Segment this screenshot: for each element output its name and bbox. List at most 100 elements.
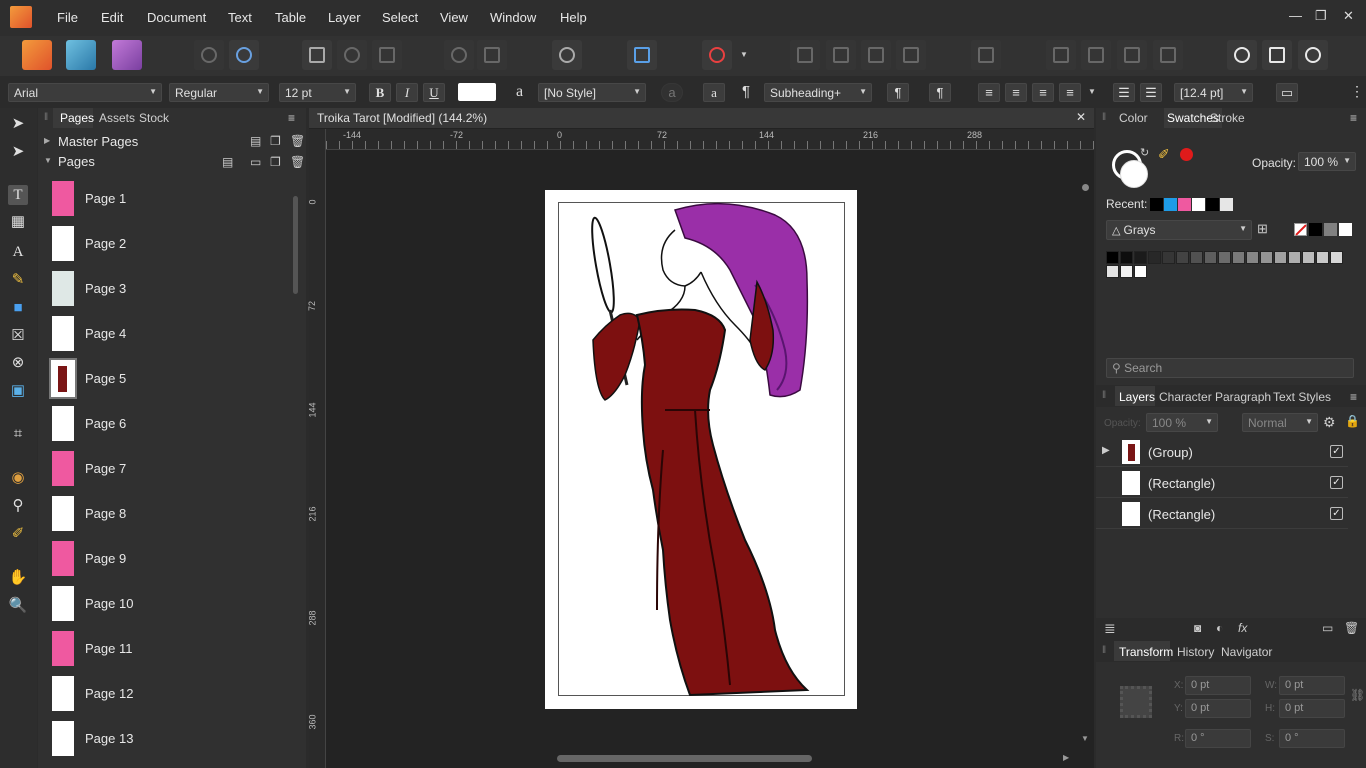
duplicate-page-icon[interactable]: ❐ — [270, 155, 281, 169]
gray-swatch[interactable] — [1162, 251, 1175, 264]
page-label[interactable]: Page 8 — [85, 506, 126, 521]
page-thumbnail[interactable] — [52, 181, 74, 216]
photo-persona-icon[interactable] — [66, 40, 96, 70]
menu-layer[interactable]: Layer — [328, 10, 361, 25]
clear-character-style-icon[interactable]: a — [661, 83, 683, 102]
font-size-field[interactable]: 12 pt ▼ — [279, 83, 356, 102]
gray-swatch[interactable] — [1204, 251, 1217, 264]
page-thumbnail[interactable] — [52, 271, 74, 306]
gray-swatch[interactable] — [1274, 251, 1287, 264]
panel-grip-icon[interactable]: ‖ — [1102, 390, 1106, 401]
none-swatch[interactable] — [1294, 223, 1307, 236]
add-master-page-icon[interactable]: ▤ — [250, 134, 261, 148]
rotation-field[interactable]: 0 ° — [1185, 729, 1251, 748]
recent-swatch[interactable] — [1220, 198, 1233, 211]
bullets-icon[interactable]: ☰ — [1113, 83, 1135, 102]
float-icon[interactable] — [477, 40, 507, 70]
h-field[interactable]: 0 pt — [1279, 699, 1345, 718]
rotate-right-icon[interactable] — [1153, 40, 1183, 70]
master-pages-heading[interactable]: Master Pages — [58, 134, 138, 149]
pin-icon[interactable] — [444, 40, 474, 70]
restore-icon[interactable]: ❐ — [1315, 8, 1327, 24]
align-right-icon[interactable]: ≡ — [1032, 83, 1054, 102]
menu-view[interactable]: View — [440, 10, 468, 25]
pages-scrollbar[interactable] — [293, 196, 298, 294]
vertical-ruler[interactable]: 0 72 144 216 288 360 — [307, 129, 326, 768]
delete-master-page-icon[interactable]: 🗑 — [290, 134, 305, 148]
gray-swatch[interactable] — [1232, 251, 1245, 264]
apply-paragraph-style-button[interactable]: ¶ — [929, 83, 951, 102]
font-family-select[interactable]: Arial ▼ — [8, 83, 162, 102]
gray-swatch[interactable] — [1246, 251, 1259, 264]
page-label[interactable]: Page 3 — [85, 281, 126, 296]
tarot-illustration-group[interactable] — [545, 190, 857, 709]
menu-edit[interactable]: Edit — [101, 10, 123, 25]
page-label[interactable]: Page 1 — [85, 191, 126, 206]
gray-swatch[interactable] — [1120, 251, 1133, 264]
recent-swatch[interactable] — [1150, 198, 1163, 211]
y-field[interactable]: 0 pt — [1185, 699, 1251, 718]
menu-table[interactable]: Table — [275, 10, 306, 25]
tab-layers[interactable]: Layers — [1119, 390, 1155, 404]
page-thumbnail[interactable] — [52, 406, 74, 441]
scroll-down-icon[interactable]: ▼ — [1081, 734, 1089, 743]
page-thumbnail[interactable] — [52, 226, 74, 261]
lock-icon[interactable]: 🔒 — [1345, 414, 1360, 428]
font-weight-select[interactable]: Regular ▼ — [169, 83, 269, 102]
color-picker-icon[interactable]: ◉ — [8, 468, 28, 488]
collapse-pages-icon[interactable]: ▼ — [44, 156, 52, 165]
flip-horizontal-icon[interactable] — [1046, 40, 1076, 70]
page-label[interactable]: Page 5 — [85, 371, 126, 386]
link-frames-icon[interactable] — [337, 40, 367, 70]
gray-swatch[interactable] — [1134, 265, 1147, 278]
flip-vertical-icon[interactable] — [1081, 40, 1111, 70]
gray-swatch[interactable] — [1176, 251, 1189, 264]
link-proportions-icon[interactable]: ⛓ — [1350, 688, 1365, 702]
menu-document[interactable]: Document — [147, 10, 206, 25]
rotate-left-icon[interactable] — [1117, 40, 1147, 70]
gray-swatch[interactable] — [1316, 251, 1329, 264]
boolean-subtract-icon[interactable] — [1262, 40, 1292, 70]
italic-button[interactable]: I — [396, 83, 418, 102]
tab-stroke[interactable]: Stroke — [1210, 111, 1245, 125]
fill-color-well[interactable] — [1120, 160, 1148, 188]
tab-text-styles[interactable]: Text Styles — [1273, 390, 1331, 404]
move-front-icon[interactable] — [896, 40, 926, 70]
page-thumbnail[interactable] — [52, 541, 74, 576]
bold-button[interactable]: B — [369, 83, 391, 102]
swatch[interactable] — [1309, 223, 1322, 236]
snapping-magnet-icon[interactable] — [702, 40, 732, 70]
blend-mode-select[interactable]: Normal ▼ — [1242, 413, 1318, 432]
fx-icon[interactable]: fx — [1238, 621, 1247, 635]
grid-icon[interactable] — [627, 40, 657, 70]
move-forward-icon[interactable] — [861, 40, 891, 70]
gray-swatch[interactable] — [1120, 265, 1133, 278]
gray-swatch[interactable] — [1190, 251, 1203, 264]
swap-colors-icon[interactable]: ↻ — [1140, 146, 1149, 159]
layer-row[interactable]: ▶ (Group) ✓ — [1096, 437, 1348, 467]
character-style-select[interactable]: [No Style] ▼ — [538, 83, 646, 102]
picture-frame-rectangle-icon[interactable]: ☒ — [8, 326, 28, 346]
gray-swatch[interactable] — [1148, 251, 1161, 264]
scroll-right-icon[interactable]: ▶ — [1063, 753, 1069, 762]
frame-text-tool-icon[interactable]: T — [8, 185, 28, 205]
swatch-search-input[interactable]: ⚲ Search — [1106, 358, 1354, 378]
paragraph-style-select[interactable]: Subheading+ ▼ — [764, 83, 872, 102]
designer-persona-icon[interactable] — [112, 40, 142, 70]
align-dropdown-icon[interactable]: ▼ — [1088, 87, 1096, 96]
underline-button[interactable]: U — [423, 83, 445, 102]
panel-grip-icon[interactable]: ‖ — [1102, 645, 1106, 656]
palette-select[interactable]: △ Grays ▼ — [1106, 220, 1252, 240]
align-center-icon[interactable]: ≡ — [1005, 83, 1027, 102]
layer-opacity-field[interactable]: 100 % ▼ — [1146, 413, 1218, 432]
text-frame-icon[interactable] — [372, 40, 402, 70]
pen-tool-icon[interactable]: ✎ — [8, 270, 28, 290]
recent-swatch[interactable] — [1206, 198, 1219, 211]
page-label[interactable]: Page 11 — [85, 641, 132, 656]
document-tab[interactable]: Troika Tarot [Modified] (144.2%) ✕ — [309, 108, 1094, 128]
panel-menu-icon[interactable]: ≡ — [1350, 111, 1357, 125]
table-tool-icon[interactable]: ▦ — [8, 212, 28, 232]
justify-icon[interactable]: ≡ — [1059, 83, 1081, 102]
tab-history[interactable]: History — [1177, 645, 1214, 659]
page-label[interactable]: Page 10 — [85, 596, 133, 611]
